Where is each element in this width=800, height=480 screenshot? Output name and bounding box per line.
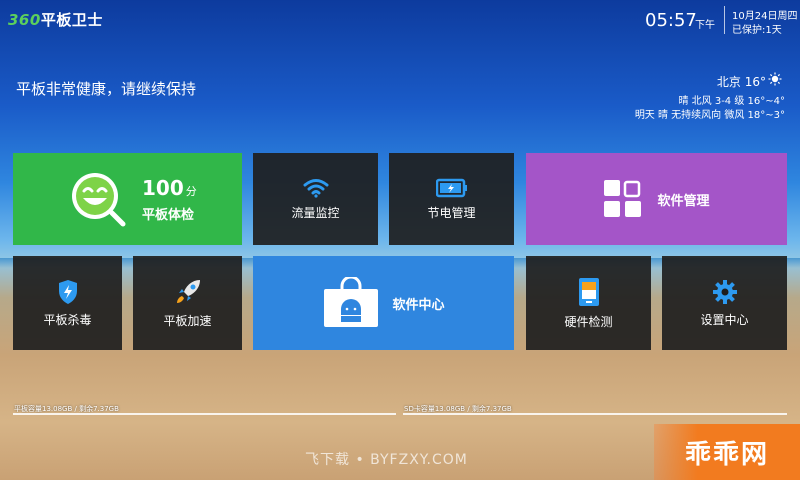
checkup-score: 100 分 (142, 175, 197, 200)
app-logo: 360平板卫士 (8, 9, 103, 30)
header-divider (724, 6, 725, 34)
software-center-label: 软件中心 (392, 297, 445, 313)
weather-tomorrow: 明天 晴 无持续风向 微风 18°~3° (634, 110, 785, 121)
health-status-message: 平板非常健康，请继续保持 (16, 80, 197, 98)
power-save-tile[interactable]: 节电管理 (389, 153, 514, 245)
tablet-icon (578, 277, 599, 306)
settings-tile[interactable]: 设置中心 (662, 256, 787, 350)
speed-boost-label: 平板加速 (163, 313, 212, 328)
watermark-text: 飞下载 • BYFZXY.COM (305, 452, 468, 468)
smiley-magnifier-icon (72, 173, 126, 227)
checkup-tile[interactable]: 100 分 平板体检 (13, 153, 242, 245)
sun-icon (768, 72, 782, 86)
power-save-label: 节电管理 (427, 205, 476, 220)
antivirus-tile[interactable]: 平板杀毒 (13, 256, 122, 350)
wifi-icon (303, 178, 328, 198)
battery-icon (435, 178, 467, 197)
protection-days: 已保护:1天 (732, 25, 782, 36)
weather-today: 晴 北风 3-4 级 16°~4° (678, 96, 785, 107)
logo-text: 平板卫士 (40, 11, 103, 29)
site-badge: 乖乖网 (654, 424, 800, 480)
settings-label: 设置中心 (700, 312, 749, 327)
rocket-icon (176, 279, 200, 303)
software-center-tile[interactable]: 软件中心 (253, 256, 514, 350)
grid-icon (604, 180, 642, 217)
sd-storage-bar (403, 413, 787, 415)
clock-time: 05:57 (645, 10, 697, 31)
hardware-check-label: 硬件检测 (564, 314, 613, 329)
site-badge-text: 乖乖网 (684, 439, 769, 470)
speed-boost-tile[interactable]: 平板加速 (133, 256, 242, 350)
antivirus-label: 平板杀毒 (43, 312, 92, 327)
shield-icon (58, 279, 77, 304)
clock-ampm: 下午 (695, 20, 715, 31)
gear-icon (712, 279, 737, 304)
hardware-check-tile[interactable]: 硬件检测 (526, 256, 651, 350)
flow-monitor-tile[interactable]: 流量监控 (253, 153, 378, 245)
checkup-label: 平板体检 (142, 207, 195, 223)
weather-city-temp: 北京 16° (716, 75, 766, 89)
app-manager-label: 软件管理 (657, 193, 710, 209)
internal-storage-bar (13, 413, 396, 415)
flow-monitor-label: 流量监控 (291, 205, 340, 220)
android-bag-icon (324, 277, 379, 327)
app-manager-tile[interactable]: 软件管理 (526, 153, 787, 245)
logo-number: 360 (8, 11, 41, 29)
date-text: 10月24日周四 (732, 11, 798, 22)
